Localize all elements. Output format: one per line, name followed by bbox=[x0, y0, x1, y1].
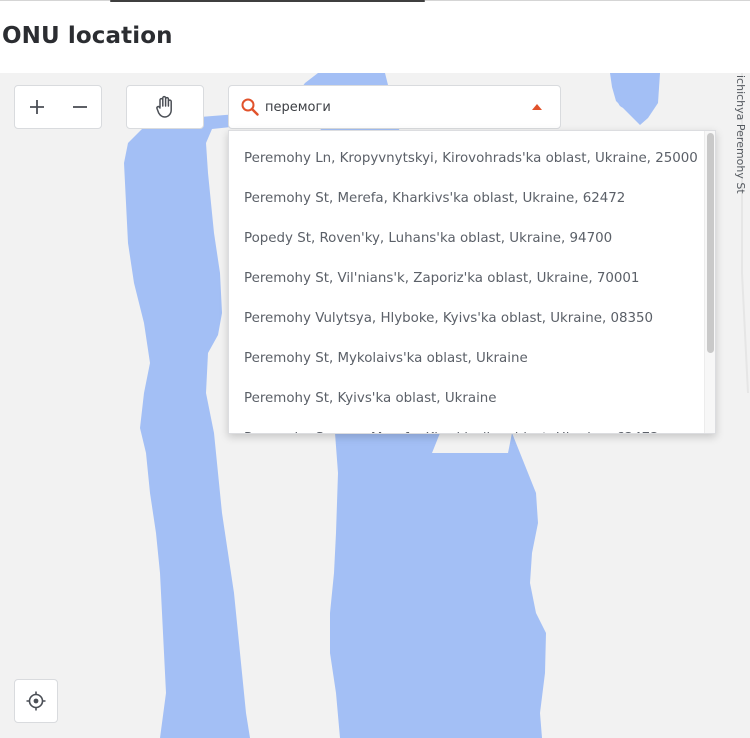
crosshair-icon bbox=[26, 691, 46, 711]
minus-icon bbox=[72, 106, 87, 108]
zoom-controls bbox=[14, 85, 102, 129]
search-result-item[interactable]: Peremohy St, Kyivs'ka oblast, Ukraine bbox=[229, 379, 705, 419]
dropdown-scrollbar[interactable] bbox=[704, 131, 715, 433]
search-results-list: Peremohy Ln, Kropyvnytskyi, Kirovohrads'… bbox=[229, 131, 705, 433]
search-result-item[interactable]: Peremohy Ln, Kropyvnytskyi, Kirovohrads'… bbox=[229, 139, 705, 179]
zoom-in-button[interactable] bbox=[15, 86, 58, 128]
road-label: ichichya Peremohy St bbox=[734, 75, 747, 194]
address-search-box bbox=[228, 85, 561, 129]
pan-mode-button[interactable] bbox=[126, 85, 204, 129]
hand-icon bbox=[156, 95, 172, 118]
plus-icon bbox=[29, 100, 44, 114]
search-results-dropdown: Peremohy Ln, Kropyvnytskyi, Kirovohrads'… bbox=[228, 130, 716, 434]
zoom-out-button[interactable] bbox=[58, 86, 101, 128]
map-view[interactable]: ichichya Peremohy St перемоги Peremohy L… bbox=[0, 73, 750, 738]
search-result-item[interactable]: Popedy St, Roven'ky, Luhans'ka oblast, U… bbox=[229, 219, 705, 259]
page-scrollbar-thumb[interactable] bbox=[110, 0, 425, 2]
onu-location-page: ONU location ichichya Peremohy St перемо… bbox=[0, 0, 750, 738]
search-result-item[interactable]: Peremohy Vulytsya, Hlyboke, Kyivs'ka obl… bbox=[229, 299, 705, 339]
search-result-item[interactable]: Peremohy Square, Merefa, Kharkivs'ka obl… bbox=[229, 419, 705, 433]
search-result-item[interactable]: Peremohy St, Vil'nians'k, Zaporiz'ka obl… bbox=[229, 259, 705, 299]
dropdown-scrollbar-thumb[interactable] bbox=[707, 133, 714, 353]
search-result-item[interactable]: Peremohy St, Merefa, Kharkivs'ka oblast,… bbox=[229, 179, 705, 219]
locate-me-button[interactable] bbox=[14, 679, 58, 723]
caret-up-icon[interactable] bbox=[532, 104, 542, 110]
search-input[interactable] bbox=[265, 97, 532, 117]
search-result-item[interactable]: Peremohy St, Mykolaivs'ka oblast, Ukrain… bbox=[229, 339, 705, 379]
page-title: ONU location bbox=[2, 23, 173, 49]
search-icon bbox=[239, 96, 261, 118]
